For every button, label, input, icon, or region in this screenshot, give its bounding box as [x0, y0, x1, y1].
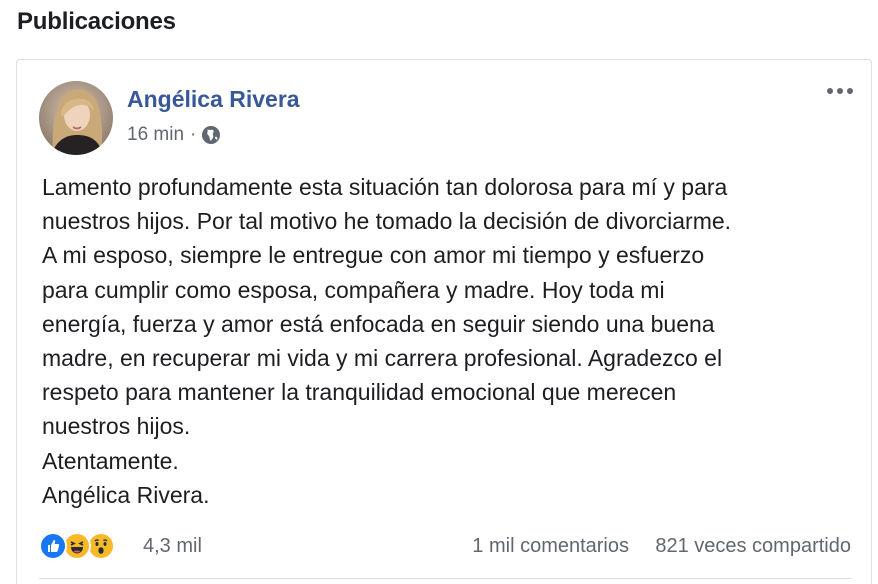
section-title: Publicaciones [17, 8, 176, 35]
post-meta: 16 min · [127, 124, 221, 146]
divider [39, 578, 851, 579]
page: Publicaciones Angélica Rivera 16 min · L… [0, 0, 878, 584]
post-time[interactable]: 16 min [127, 124, 184, 146]
comments-count[interactable]: 1 mil comentarios [472, 535, 629, 558]
more-dot [827, 88, 833, 94]
post-line: para cumplir como esposa, compañera y ma… [42, 276, 665, 303]
like-icon [39, 532, 67, 560]
post-line: nuestros hijos. Por tal motivo he tomado… [42, 208, 732, 235]
meta-separator: · [190, 124, 197, 145]
post-line: Angélica Rivera. [42, 481, 210, 508]
post-line: A mi esposo, siempre le entregue con amo… [42, 242, 705, 269]
shares-count[interactable]: 821 veces compartido [655, 535, 851, 558]
post-line: nuestros hijos. [42, 413, 191, 440]
post-line: respeto para mantener la tranquilidad em… [42, 379, 677, 406]
post-line: Lamento profundamente esta situación tan… [42, 174, 728, 200]
author-avatar[interactable] [39, 81, 113, 155]
author-name[interactable]: Angélica Rivera [127, 86, 300, 113]
post-line: energía, fuerza y amor está enfocada en … [42, 310, 715, 337]
wow-icon [87, 532, 115, 560]
reaction-count[interactable]: 4,3 mil [143, 535, 202, 558]
post-line: Atentamente. [42, 447, 179, 474]
post-text: Lamento profundamente esta situación tan… [42, 170, 852, 512]
post-line: madre, en recuperar mi vida y mi carrera… [42, 345, 723, 372]
more-dot [837, 88, 843, 94]
more-options-icon[interactable] [827, 88, 853, 94]
haha-icon [63, 532, 91, 560]
reactions-bar: 4,3 mil 1 mil comentarios 821 veces comp… [39, 530, 851, 564]
globe-icon[interactable] [201, 125, 221, 145]
reaction-icons[interactable] [39, 532, 129, 562]
post-card: Angélica Rivera 16 min · Lamento profund… [16, 59, 872, 584]
more-dot [847, 88, 853, 94]
